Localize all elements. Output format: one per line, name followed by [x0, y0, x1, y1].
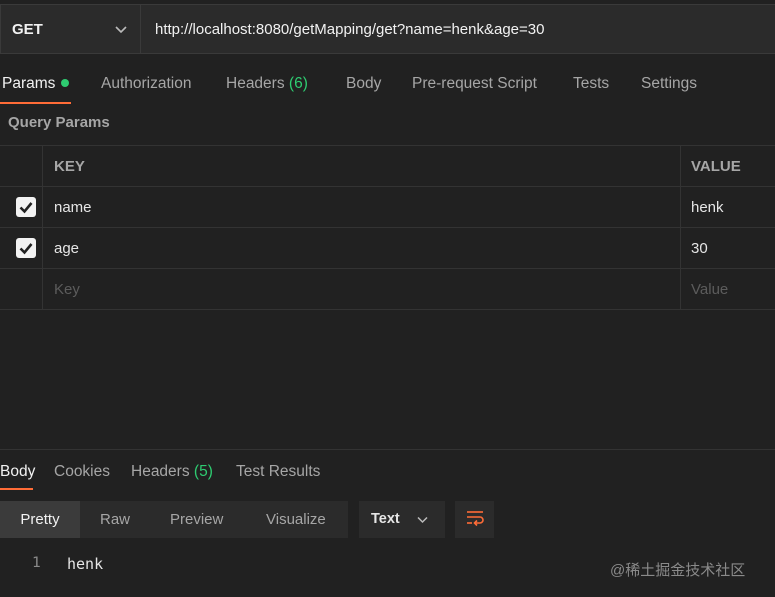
params-active-dot-icon [61, 79, 70, 87]
tab-response-headers-label: Headers [131, 463, 190, 480]
tab-settings[interactable]: Settings [641, 64, 697, 104]
response-body-text: henk [67, 555, 104, 573]
tab-response-headers[interactable]: Headers (5) [131, 452, 213, 492]
tab-pre-request-script[interactable]: Pre-request Script [412, 64, 537, 104]
param-value-cell[interactable]: 30 [681, 228, 775, 268]
param-value-cell[interactable]: henk [681, 187, 775, 227]
format-visualize[interactable]: Visualize [266, 501, 326, 538]
tab-cookies[interactable]: Cookies [54, 452, 110, 492]
new-key-input[interactable]: Key [43, 269, 681, 309]
row-check-cell [0, 187, 43, 227]
wrap-lines-button[interactable] [455, 501, 494, 538]
tab-body-label: Body [346, 75, 382, 92]
watermark: @稀土掘金技术社区 [610, 562, 746, 579]
value-header-label: VALUE [691, 158, 741, 175]
url-input[interactable]: http://localhost:8080/getMapping/get?nam… [141, 4, 775, 54]
method-label: GET [12, 20, 43, 38]
param-value: henk [691, 199, 724, 216]
checkbox-checked-icon[interactable] [16, 197, 36, 217]
tab-body[interactable]: Body [346, 64, 381, 104]
query-params-table: KEY VALUE name henk age 30 Key Value [0, 145, 775, 310]
line-number: 1 [32, 555, 41, 571]
param-value: 30 [691, 240, 708, 257]
format-tabs: Pretty Raw Preview Visualize [0, 501, 348, 538]
param-key-cell[interactable]: name [43, 187, 681, 227]
tab-response-body-label: Body [0, 463, 36, 480]
tab-authorization[interactable]: Authorization [101, 64, 191, 104]
table-row: age 30 [0, 228, 775, 269]
method-select[interactable]: GET [0, 4, 141, 54]
table-row: name henk [0, 187, 775, 228]
header-check-cell [0, 146, 43, 186]
tab-pre-request-label: Pre-request Script [412, 75, 537, 92]
checkbox-checked-icon[interactable] [16, 238, 36, 258]
format-pretty[interactable]: Pretty [0, 501, 80, 538]
response-tabs: Body Cookies Headers (5) Test Results [0, 452, 775, 490]
key-column-header: KEY [43, 146, 681, 186]
tab-response-headers-count: (5) [193, 463, 213, 480]
tab-tests-label: Tests [573, 75, 610, 92]
query-params-title: Query Params [8, 114, 110, 131]
row-check-cell [0, 228, 43, 268]
table-row-empty: Key Value [0, 269, 775, 310]
tab-settings-label: Settings [641, 75, 698, 92]
format-raw[interactable]: Raw [100, 501, 130, 538]
tab-test-results-label: Test Results [236, 463, 321, 480]
value-placeholder: Value [691, 281, 729, 298]
tab-response-body[interactable]: Body [0, 452, 35, 492]
tab-headers[interactable]: Headers (6) [226, 64, 308, 104]
value-column-header: VALUE [681, 146, 775, 186]
tab-params-label: Params [2, 75, 56, 92]
language-select[interactable]: Text [359, 501, 445, 538]
chevron-down-icon [114, 22, 128, 40]
chevron-down-icon [416, 513, 429, 530]
param-key: name [54, 199, 92, 216]
response-divider[interactable] [0, 449, 775, 450]
url-text: http://localhost:8080/getMapping/get?nam… [155, 20, 545, 38]
row-check-cell [0, 269, 43, 309]
key-header-label: KEY [54, 158, 85, 175]
key-placeholder: Key [54, 281, 80, 298]
tab-authorization-label: Authorization [101, 75, 192, 92]
new-value-input[interactable]: Value [681, 269, 775, 309]
language-label: Text [371, 511, 400, 527]
tab-tests[interactable]: Tests [573, 64, 609, 104]
wrap-lines-icon [464, 507, 486, 532]
param-key: age [54, 240, 80, 257]
request-tabs: Params Authorization Headers (6) Body Pr… [0, 64, 775, 104]
format-preview[interactable]: Preview [170, 501, 223, 538]
tab-cookies-label: Cookies [54, 463, 110, 480]
tab-test-results[interactable]: Test Results [236, 452, 320, 492]
active-tab-indicator [0, 102, 71, 104]
tab-headers-label: Headers [226, 75, 285, 92]
tab-headers-count: (6) [288, 75, 308, 92]
tab-params[interactable]: Params [2, 64, 70, 104]
param-key-cell[interactable]: age [43, 228, 681, 268]
table-header-row: KEY VALUE [0, 146, 775, 187]
response-active-tab-indicator [0, 488, 33, 490]
